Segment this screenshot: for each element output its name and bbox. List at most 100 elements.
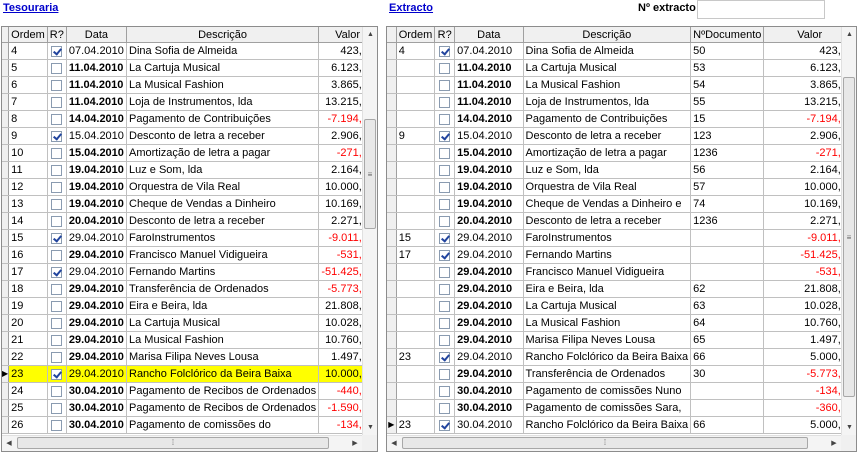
cell-ordem[interactable]: 11 [8,161,48,179]
cell-descricao[interactable]: La Musical Fashion [523,76,692,94]
table-row[interactable]: 19.04.2010 Cheque de Vendas a Dinheiro e7… [387,195,856,213]
cell-descricao[interactable]: Orquestra de Vila Real [523,178,692,196]
cell-ordem[interactable] [396,212,436,230]
cell-descricao[interactable]: Luz e Som, lda [126,161,320,179]
checkbox-unchecked[interactable] [439,198,451,210]
checkbox-unchecked[interactable] [439,402,451,414]
cell-ordem[interactable]: 23 [8,365,48,383]
cell-data[interactable]: 11.04.2010 [454,76,524,94]
cell-data[interactable]: 07.04.2010 [454,42,524,60]
cell-documento[interactable]: 66 [690,416,765,434]
cell-ordem[interactable] [396,314,436,332]
table-row[interactable]: 9 15.04.2010 Desconto de letra a receber 12… [387,127,856,145]
table-row[interactable]: 12 19.04.2010 Orquestra de Vila Real 10.000… [2,178,377,196]
cell-ordem[interactable]: 10 [8,144,48,162]
row-indicator[interactable] [2,280,10,298]
cell-ordem[interactable] [396,93,436,111]
cell-reconciled[interactable] [434,42,456,60]
cell-reconciled[interactable] [47,365,67,383]
cell-ordem[interactable] [396,161,436,179]
checkbox-unchecked[interactable] [439,215,451,227]
table-row[interactable]: 29.04.2010 Francisco Manuel Vidigueira -53… [387,263,856,281]
cell-ordem[interactable]: 16 [8,246,48,264]
row-indicator[interactable] [2,93,10,111]
cell-ordem[interactable]: 9 [396,127,436,145]
row-indicator[interactable] [387,263,397,281]
row-indicator[interactable] [387,212,397,230]
cell-ordem[interactable] [396,195,436,213]
cell-reconciled[interactable] [47,212,67,230]
cell-ordem[interactable]: 15 [396,229,436,247]
cell-ordem[interactable]: 4 [8,42,48,60]
checkbox-unchecked[interactable] [51,215,63,227]
cell-data[interactable]: 29.04.2010 [66,297,128,315]
chevron-down-icon[interactable]: ▼ [363,420,377,436]
cell-descricao[interactable]: Pagamento de comissões Nuno [523,382,692,400]
cell-reconciled[interactable] [47,297,67,315]
table-row[interactable]: 17 29.04.2010 Fernando Martins -51.425,00 [2,263,377,281]
row-indicator[interactable] [387,93,397,111]
cell-descricao[interactable]: La Musical Fashion [126,76,320,94]
tesouraria-horizontal-scrollbar[interactable]: ◀ ⁞ ▶ [2,435,362,451]
row-indicator[interactable] [2,178,10,196]
column-header-ordem[interactable]: Ordem [8,27,48,43]
cell-descricao[interactable]: Amortização de letra a pagar [523,144,692,162]
cell-data[interactable]: 11.04.2010 [454,59,524,77]
cell-descricao[interactable]: La Musical Fashion [126,331,320,349]
extracto-vertical-scrollbar[interactable]: ▲ ≡ ▼ [841,27,856,436]
cell-descricao[interactable]: Pagamento de Recibos de Ordenados [126,382,320,400]
checkbox-unchecked[interactable] [51,283,63,295]
row-indicator[interactable] [387,195,397,213]
cell-reconciled[interactable] [434,365,456,383]
cell-descricao[interactable]: La Cartuja Musical [523,297,692,315]
cell-reconciled[interactable] [434,195,456,213]
cell-descricao[interactable]: Cheque de Vendas a Dinheiro [126,195,320,213]
table-row[interactable]: 5 11.04.2010 La Cartuja Musical 6.123,00 [2,59,377,77]
row-indicator[interactable] [387,314,397,332]
cell-descricao[interactable]: Pagamento de comissões Sara, [523,399,692,417]
row-indicator[interactable]: ▶ [387,416,397,434]
cell-documento[interactable]: 55 [690,93,765,111]
tesouraria-scroll-thumb[interactable]: ≡ [364,119,376,229]
cell-reconciled[interactable] [434,314,456,332]
chevron-right-icon[interactable]: ▶ [827,436,841,451]
row-indicator[interactable] [2,382,10,400]
checkbox-checked[interactable] [439,45,451,57]
table-row[interactable]: 24 30.04.2010 Pagamento de Recibos de Orde… [2,382,377,400]
table-row[interactable]: 29.04.2010 Eira e Beira, lda 62 21.808,68 [387,280,856,298]
cell-reconciled[interactable] [434,246,456,264]
cell-reconciled[interactable] [434,399,456,417]
cell-data[interactable]: 19.04.2010 [454,178,524,196]
cell-data[interactable]: 07.04.2010 [66,42,128,60]
table-row[interactable]: 30.04.2010 Pagamento de comissões Sara, -3… [387,399,856,417]
cell-ordem[interactable]: 6 [8,76,48,94]
checkbox-unchecked[interactable] [51,249,63,261]
checkbox-checked[interactable] [51,130,63,142]
cell-data[interactable]: 29.04.2010 [66,365,128,383]
cell-documento[interactable]: 74 [690,195,765,213]
cell-descricao[interactable]: Loja de Instrumentos, lda [523,93,692,111]
cell-data[interactable]: 30.04.2010 [454,416,524,434]
checkbox-unchecked[interactable] [439,164,451,176]
extracto-grid[interactable]: Ordem R? Data Descrição NºDocumento Valo… [386,26,857,452]
cell-reconciled[interactable] [47,110,67,128]
checkbox-unchecked[interactable] [51,351,63,363]
tesouraria-vertical-scrollbar[interactable]: ▲ ≡ ▼ [362,27,377,436]
cell-ordem[interactable] [396,59,436,77]
row-indicator[interactable]: ▶ [2,365,10,383]
cell-data[interactable]: 29.04.2010 [454,348,524,366]
cell-documento[interactable] [690,246,765,264]
table-row[interactable]: 6 11.04.2010 La Musical Fashion 3.865,00 [2,76,377,94]
cell-data[interactable]: 29.04.2010 [454,263,524,281]
checkbox-unchecked[interactable] [439,96,451,108]
checkbox-unchecked[interactable] [51,198,63,210]
checkbox-unchecked[interactable] [439,79,451,91]
column-header-data[interactable]: Data [66,27,128,43]
row-indicator[interactable] [2,76,10,94]
table-row[interactable]: 18 29.04.2010 Transferência de Ordenados -5… [2,280,377,298]
cell-data[interactable]: 29.04.2010 [66,263,128,281]
checkbox-unchecked[interactable] [439,147,451,159]
column-header-reconciled[interactable]: R? [434,27,456,43]
cell-documento[interactable]: 56 [690,161,765,179]
row-indicator[interactable] [2,110,10,128]
